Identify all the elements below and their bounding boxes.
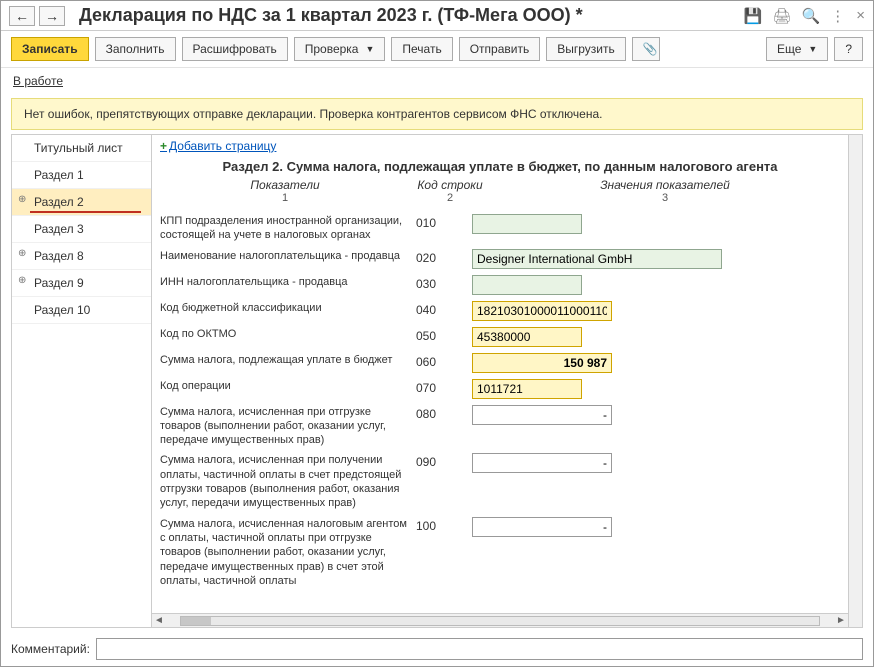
preview-icon[interactable]: 🔍 — [802, 7, 821, 25]
form-row-080: Сумма налога, исчисленная при отгрузке т… — [160, 405, 840, 448]
back-button[interactable]: ← — [9, 6, 35, 26]
write-button[interactable]: Записать — [11, 37, 89, 61]
notice-banner: Нет ошибок, препятствующих отправке декл… — [11, 98, 863, 130]
row-code: 070 — [416, 379, 466, 395]
section-title: Раздел 2. Сумма налога, подлежащая уплат… — [160, 159, 840, 174]
status-link[interactable]: В работе — [13, 74, 63, 88]
col-num-2: 2 — [410, 192, 490, 204]
row-input-090[interactable] — [472, 453, 612, 473]
close-icon[interactable]: × — [856, 7, 865, 24]
row-code: 030 — [416, 275, 466, 291]
scroll-left-icon[interactable]: ◄ — [152, 615, 166, 626]
form-row-060: Сумма налога, подлежащая уплате в бюджет… — [160, 353, 840, 373]
attach-button[interactable]: 📎 — [632, 37, 660, 61]
toolbar: Записать Заполнить Расшифровать Проверка… — [1, 31, 873, 68]
row-input-100[interactable] — [472, 517, 612, 537]
col-header-label: Показатели — [160, 178, 410, 192]
vertical-scrollbar[interactable] — [848, 135, 862, 627]
row-code: 090 — [416, 453, 466, 469]
row-code: 100 — [416, 517, 466, 533]
form-rows: КПП подразделения иностранной организаци… — [152, 214, 848, 613]
row-label: Код операции — [160, 379, 410, 393]
row-label: Сумма налога, исчисленная при отгрузке т… — [160, 405, 410, 448]
col-num-1: 1 — [160, 192, 410, 204]
send-button[interactable]: Отправить — [459, 37, 541, 61]
row-code: 080 — [416, 405, 466, 421]
form-row-040: Код бюджетной классификации 040 — [160, 301, 840, 321]
print-icon[interactable]: 🖨 — [773, 7, 792, 25]
row-label: Наименование налогоплательщика - продавц… — [160, 249, 410, 263]
form-row-050: Код по ОКТМО 050 — [160, 327, 840, 347]
sidebar-item-2[interactable]: Раздел 2 — [12, 189, 151, 216]
form-row-020: Наименование налогоплательщика - продавц… — [160, 249, 840, 269]
col-header-code: Код строки — [410, 178, 490, 192]
row-code: 020 — [416, 249, 466, 265]
sidebar-item-0[interactable]: Титульный лист — [12, 135, 151, 162]
app-window: ← → Декларация по НДС за 1 квартал 2023 … — [0, 0, 874, 667]
fill-button[interactable]: Заполнить — [95, 37, 176, 61]
sidebar-item-1[interactable]: Раздел 1 — [12, 162, 151, 189]
row-label: ИНН налогоплательщика - продавца — [160, 275, 410, 289]
save-icon[interactable]: 💾 — [744, 7, 763, 25]
help-button[interactable]: ? — [834, 37, 863, 61]
sidebar-item-6[interactable]: Раздел 10 — [12, 297, 151, 324]
row-label: Сумма налога, исчисленная налоговым аген… — [160, 517, 410, 588]
row-input-040[interactable] — [472, 301, 612, 321]
forward-button[interactable]: → — [39, 6, 65, 26]
form-row-070: Код операции 070 — [160, 379, 840, 399]
more-icon[interactable]: ⋮ — [830, 7, 846, 25]
scroll-right-icon[interactable]: ► — [834, 615, 848, 626]
titlebar: ← → Декларация по НДС за 1 квартал 2023 … — [1, 1, 873, 31]
row-label: КПП подразделения иностранной организаци… — [160, 214, 410, 243]
sidebar-item-3[interactable]: Раздел 3 — [12, 216, 151, 243]
print-button[interactable]: Печать — [391, 37, 452, 61]
check-button[interactable]: Проверка▼ — [294, 37, 386, 61]
row-input-070[interactable] — [472, 379, 582, 399]
form-row-100: Сумма налога, исчисленная налоговым аген… — [160, 517, 840, 588]
sidebar-item-4[interactable]: Раздел 8 — [12, 243, 151, 270]
footer: Комментарий: — [1, 632, 873, 666]
horizontal-scrollbar[interactable]: ◄ ► — [152, 613, 848, 627]
comment-input[interactable] — [96, 638, 863, 660]
row-label: Сумма налога, подлежащая уплате в бюджет — [160, 353, 410, 367]
row-input-080[interactable] — [472, 405, 612, 425]
content-area: +Добавить страницу Раздел 2. Сумма налог… — [152, 135, 862, 627]
comment-label: Комментарий: — [11, 642, 90, 656]
row-input-060[interactable] — [472, 353, 612, 373]
decode-button[interactable]: Расшифровать — [182, 37, 288, 61]
window-title: Декларация по НДС за 1 квартал 2023 г. (… — [79, 5, 740, 26]
row-input-050[interactable] — [472, 327, 582, 347]
status-bar: В работе — [1, 68, 873, 94]
workspace: Титульный листРаздел 1Раздел 2Раздел 3Ра… — [11, 134, 863, 628]
sidebar-item-5[interactable]: Раздел 9 — [12, 270, 151, 297]
row-code: 040 — [416, 301, 466, 317]
row-input-020[interactable] — [472, 249, 722, 269]
form-row-090: Сумма налога, исчисленная при получении … — [160, 453, 840, 510]
sidebar: Титульный листРаздел 1Раздел 2Раздел 3Ра… — [12, 135, 152, 627]
row-label: Код бюджетной классификации — [160, 301, 410, 315]
form-row-030: ИНН налогоплательщика - продавца 030 — [160, 275, 840, 295]
col-num-3: 3 — [490, 192, 840, 204]
col-header-value: Значения показателей — [490, 178, 840, 192]
row-code: 060 — [416, 353, 466, 369]
row-label: Сумма налога, исчисленная при получении … — [160, 453, 410, 510]
row-input-010[interactable] — [472, 214, 582, 234]
more-button[interactable]: Еще▼ — [766, 37, 828, 61]
row-label: Код по ОКТМО — [160, 327, 410, 341]
row-code: 010 — [416, 214, 466, 230]
add-page-link[interactable]: +Добавить страницу — [160, 139, 276, 153]
row-code: 050 — [416, 327, 466, 343]
row-input-030[interactable] — [472, 275, 582, 295]
form-row-010: КПП подразделения иностранной организаци… — [160, 214, 840, 243]
export-button[interactable]: Выгрузить — [546, 37, 626, 61]
